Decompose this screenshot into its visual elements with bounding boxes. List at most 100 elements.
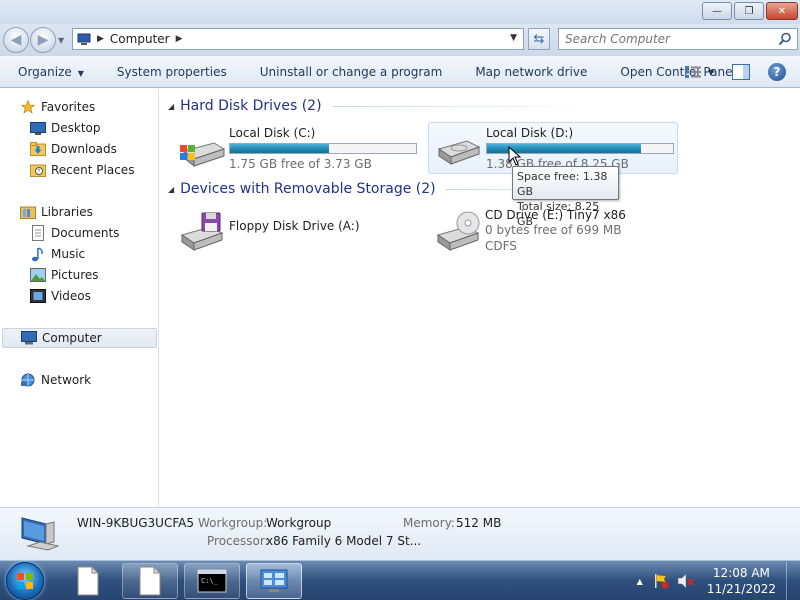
- drive-tooltip: Space free: 1.38 GB Total size: 8.25 GB: [512, 166, 619, 228]
- group-hard-disk-drives[interactable]: ◢ Hard Disk Drives (2): [168, 98, 592, 114]
- nav-label: Desktop: [51, 121, 101, 135]
- collapse-arrow-icon: ◢: [168, 101, 175, 111]
- address-row: ◀ ▶ ▼ ▶ Computer ▶ ▼ ⇆: [0, 24, 800, 56]
- group-title: Hard Disk Drives (2): [180, 98, 322, 114]
- tooltip-space-free: Space free: 1.38 GB: [517, 170, 608, 198]
- minimize-button[interactable]: —: [702, 2, 732, 20]
- pictures-icon: [30, 268, 46, 282]
- organize-button[interactable]: Organize ▼: [0, 65, 99, 79]
- drive-usage-fill: [230, 144, 329, 153]
- star-icon: [20, 100, 36, 114]
- navigation-pane: Favorites Desktop Downloads Recent Place…: [0, 89, 159, 507]
- nav-pictures[interactable]: Pictures: [0, 265, 99, 285]
- close-button[interactable]: ✕: [766, 2, 798, 20]
- chevron-down-icon: ▼: [77, 68, 84, 78]
- nav-label: Videos: [51, 289, 91, 303]
- start-button[interactable]: [6, 562, 44, 600]
- clock-date: 11/21/2022: [706, 582, 776, 596]
- drive-c-tile[interactable]: Local Disk (C:) 1.75 GB free of 3.73 GB: [172, 123, 422, 175]
- taskbar-document[interactable]: [122, 563, 178, 599]
- view-controls: ▼ ?: [684, 56, 800, 88]
- address-dropdown-icon[interactable]: ▼: [510, 33, 517, 43]
- drive-name: Local Disk (D:): [486, 126, 574, 140]
- nav-videos[interactable]: Videos: [0, 286, 91, 306]
- processor-label: Processor:: [207, 534, 269, 548]
- forward-button[interactable]: ▶: [30, 27, 56, 53]
- volume-muted-icon[interactable]: [677, 573, 695, 589]
- window-controls: — ❐ ✕: [702, 2, 798, 20]
- nav-label: Documents: [51, 226, 120, 240]
- nav-network[interactable]: Network: [0, 370, 91, 390]
- taskbar-notepad[interactable]: [60, 563, 116, 599]
- collapse-arrow-icon: ◢: [168, 184, 175, 194]
- nav-desktop[interactable]: Desktop: [0, 118, 101, 138]
- breadcrumb-arrow-icon[interactable]: ▶: [176, 34, 183, 44]
- title-bar: — ❐ ✕: [0, 0, 800, 24]
- drive-filesystem: CDFS: [485, 239, 517, 253]
- nav-label: Downloads: [51, 142, 117, 156]
- breadcrumb-computer[interactable]: Computer: [110, 32, 170, 46]
- control-panel-icon: [260, 569, 288, 592]
- recent-pages-dropdown[interactable]: ▼: [58, 36, 64, 45]
- nav-recent-places[interactable]: Recent Places: [0, 160, 134, 180]
- system-tray: ▲ 12:08 AM 11/21/2022: [637, 561, 800, 600]
- nav-computer[interactable]: Computer: [2, 328, 157, 348]
- clock[interactable]: 12:08 AM 11/21/2022: [707, 565, 776, 597]
- videos-icon: [30, 289, 46, 303]
- address-bar[interactable]: ▶ Computer ▶ ▼: [72, 28, 524, 50]
- view-options-dropdown-icon[interactable]: ▼: [708, 68, 714, 77]
- nav-label: Music: [51, 247, 86, 261]
- command-bar: Organize ▼ System properties Uninstall or…: [0, 56, 800, 88]
- nav-music[interactable]: Music: [0, 244, 85, 264]
- nav-label: Favorites: [41, 100, 96, 114]
- nav-label: Computer: [42, 331, 102, 345]
- refresh-icon: ⇆: [533, 31, 545, 47]
- downloads-folder-icon: [30, 142, 46, 156]
- music-icon: [30, 247, 46, 262]
- taskbar-command-prompt[interactable]: C:\_: [184, 563, 240, 599]
- memory-value: 512 MB: [456, 516, 502, 530]
- nav-downloads[interactable]: Downloads: [0, 139, 117, 159]
- search-box[interactable]: [558, 28, 798, 50]
- organize-label: Organize: [18, 64, 72, 79]
- memory-label: Memory:: [403, 516, 455, 530]
- taskbar-windows-explorer[interactable]: [246, 563, 302, 599]
- refresh-button[interactable]: ⇆: [528, 28, 550, 50]
- svg-text:C:\_: C:\_: [201, 577, 219, 585]
- search-input[interactable]: [559, 32, 769, 46]
- document-icon: [77, 566, 100, 596]
- show-hidden-icons-button[interactable]: ▲: [637, 577, 643, 586]
- breadcrumb-arrow-icon[interactable]: ▶: [97, 34, 104, 44]
- action-center-flag-icon[interactable]: [653, 573, 669, 589]
- nav-documents[interactable]: Documents: [0, 223, 119, 243]
- computer-name: WIN-9KBUG3UCFA5: [77, 516, 194, 530]
- drive-usage-bar: [229, 143, 417, 154]
- nav-favorites[interactable]: Favorites: [0, 97, 95, 117]
- uninstall-program-button[interactable]: Uninstall or change a program: [242, 65, 458, 79]
- system-properties-button[interactable]: System properties: [99, 65, 242, 79]
- preview-pane-icon[interactable]: [732, 64, 750, 80]
- windows-logo-icon: [17, 573, 33, 589]
- drive-name: Local Disk (C:): [229, 126, 316, 140]
- show-desktop-button[interactable]: [786, 562, 800, 600]
- computer-icon: [77, 33, 91, 45]
- map-network-drive-button[interactable]: Map network drive: [457, 65, 602, 79]
- group-divider: [331, 105, 592, 107]
- drive-free-space: 1.75 GB free of 3.73 GB: [229, 157, 372, 171]
- help-icon[interactable]: ?: [768, 63, 786, 81]
- back-button[interactable]: ◀: [3, 27, 29, 53]
- nav-libraries[interactable]: Libraries: [0, 202, 93, 222]
- search-icon[interactable]: [778, 32, 792, 46]
- network-icon: [20, 373, 36, 387]
- drive-a-tile[interactable]: Floppy Disk Drive (A:): [172, 205, 422, 257]
- change-view-icon[interactable]: [684, 65, 702, 79]
- forward-arrow-icon: ▶: [37, 32, 49, 48]
- back-arrow-icon: ◀: [10, 32, 22, 48]
- nav-label: Libraries: [41, 205, 93, 219]
- tooltip-total-size: Total size: 8.25 GB: [517, 200, 600, 228]
- floppy-drive-icon: [180, 212, 224, 251]
- content-pane: ◢ Hard Disk Drives (2) Local Disk (C:) 1…: [160, 89, 800, 507]
- maximize-button[interactable]: ❐: [734, 2, 764, 20]
- hard-drive-windows-icon: [180, 142, 226, 168]
- documents-icon: [30, 225, 46, 241]
